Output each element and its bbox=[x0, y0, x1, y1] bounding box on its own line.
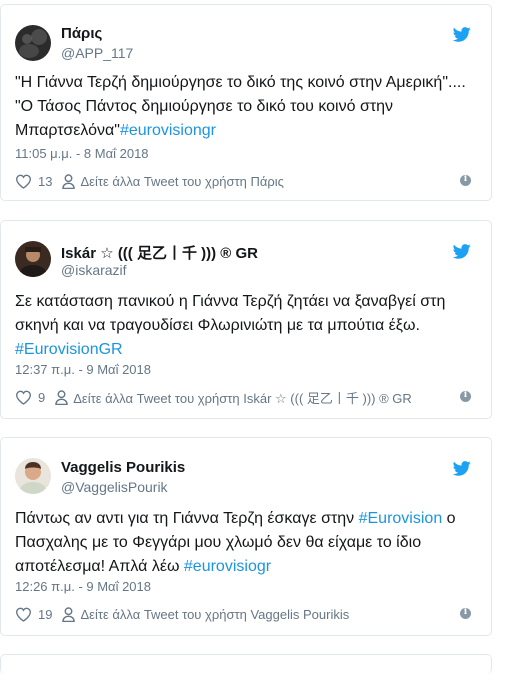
tweet-text: "Η Γιάννα Τερζή δημιούργησε το δικό της … bbox=[15, 71, 470, 143]
avatar[interactable] bbox=[15, 25, 51, 61]
hashtag-link[interactable]: #EurovisionGR bbox=[15, 341, 123, 358]
tweet-actions: 19 Δείτε άλλα Tweet του χρήστη Vaggelis … bbox=[15, 604, 349, 624]
tweet-actions: 13 Δείτε άλλα Tweet του χρήστη Πάρις bbox=[15, 171, 284, 191]
info-icon[interactable] bbox=[460, 607, 471, 619]
like-count[interactable]: 19 bbox=[38, 607, 52, 622]
author-handle[interactable]: @APP_117 bbox=[61, 45, 133, 61]
author-handle[interactable]: @VaggelisPourik bbox=[61, 479, 168, 495]
twitter-bird-icon[interactable] bbox=[453, 461, 471, 476]
tweet-actions: 9 Δείτε άλλα Tweet του χρήστη Iskár ☆ ((… bbox=[15, 387, 412, 407]
like-count[interactable]: 9 bbox=[38, 390, 45, 405]
author-name[interactable]: Iskár ☆ ((( ⾜乙丨千 ))) ® GR bbox=[61, 242, 258, 263]
like-count[interactable]: 13 bbox=[38, 174, 52, 189]
tweet-timestamp[interactable]: 12:26 π.μ. - 9 Μαΐ 2018 bbox=[15, 579, 151, 594]
info-icon[interactable] bbox=[460, 390, 471, 402]
author-name[interactable]: Vaggelis Pourikis bbox=[61, 459, 185, 476]
tweet-card: Vaggelis Pourikis @VaggelisPourik Πάντως… bbox=[0, 437, 492, 636]
hashtag-link[interactable]: #Eurovision bbox=[359, 510, 443, 527]
tweet-text-part: "Η Γιάννα Τερζή δημιούργησε το δικό της … bbox=[15, 74, 466, 91]
twitter-bird-icon[interactable] bbox=[453, 27, 471, 42]
tweet-card: Iskár ☆ ((( ⾜乙丨千 ))) ® GR @iskarazif Σε … bbox=[0, 220, 492, 419]
tweet-text-part: Σε κατάσταση πανικού η Γιάννα Τερζή ζητά… bbox=[15, 293, 446, 334]
tweet-text: Πάντως αν αντι για τη Γιάννα Τερζη έσκαγ… bbox=[15, 507, 470, 579]
hashtag-link[interactable]: #eurovisiongr bbox=[120, 122, 216, 139]
more-tweets-link[interactable]: Δείτε άλλα Tweet του χρήστη Πάρις bbox=[80, 174, 283, 189]
tweet-text-part: Πάντως αν αντι για τη Γιάννα Τερζη έσκαγ… bbox=[15, 510, 359, 527]
avatar[interactable] bbox=[15, 241, 51, 277]
tweet-timestamp[interactable]: 12:37 π.μ. - 9 Μαΐ 2018 bbox=[15, 362, 151, 377]
info-icon[interactable] bbox=[460, 174, 471, 186]
user-icon bbox=[62, 173, 76, 189]
avatar[interactable] bbox=[15, 458, 51, 494]
heart-icon[interactable] bbox=[15, 174, 32, 189]
author-name[interactable]: Πάρις bbox=[61, 25, 102, 42]
tweet-timestamp[interactable]: 11:05 μ.μ. - 8 Μαΐ 2018 bbox=[15, 146, 149, 161]
heart-icon[interactable] bbox=[15, 390, 32, 405]
more-tweets-link[interactable]: Δείτε άλλα Tweet του χρήστη Iskár ☆ ((( … bbox=[73, 388, 412, 407]
tweet-card bbox=[0, 654, 492, 674]
tweet-card: Πάρις @APP_117 "Η Γιάννα Τερζή δημιούργη… bbox=[0, 4, 492, 201]
heart-icon[interactable] bbox=[15, 607, 32, 622]
twitter-bird-icon[interactable] bbox=[453, 244, 471, 259]
more-tweets-link[interactable]: Δείτε άλλα Tweet του χρήστη Vaggelis Pou… bbox=[80, 607, 349, 622]
author-handle[interactable]: @iskarazif bbox=[61, 262, 127, 278]
tweet-text: Σε κατάσταση πανικού η Γιάννα Τερζή ζητά… bbox=[15, 290, 470, 362]
hashtag-link[interactable]: #eurovisiogr bbox=[184, 558, 271, 575]
user-icon bbox=[55, 389, 69, 405]
user-icon bbox=[62, 606, 76, 622]
